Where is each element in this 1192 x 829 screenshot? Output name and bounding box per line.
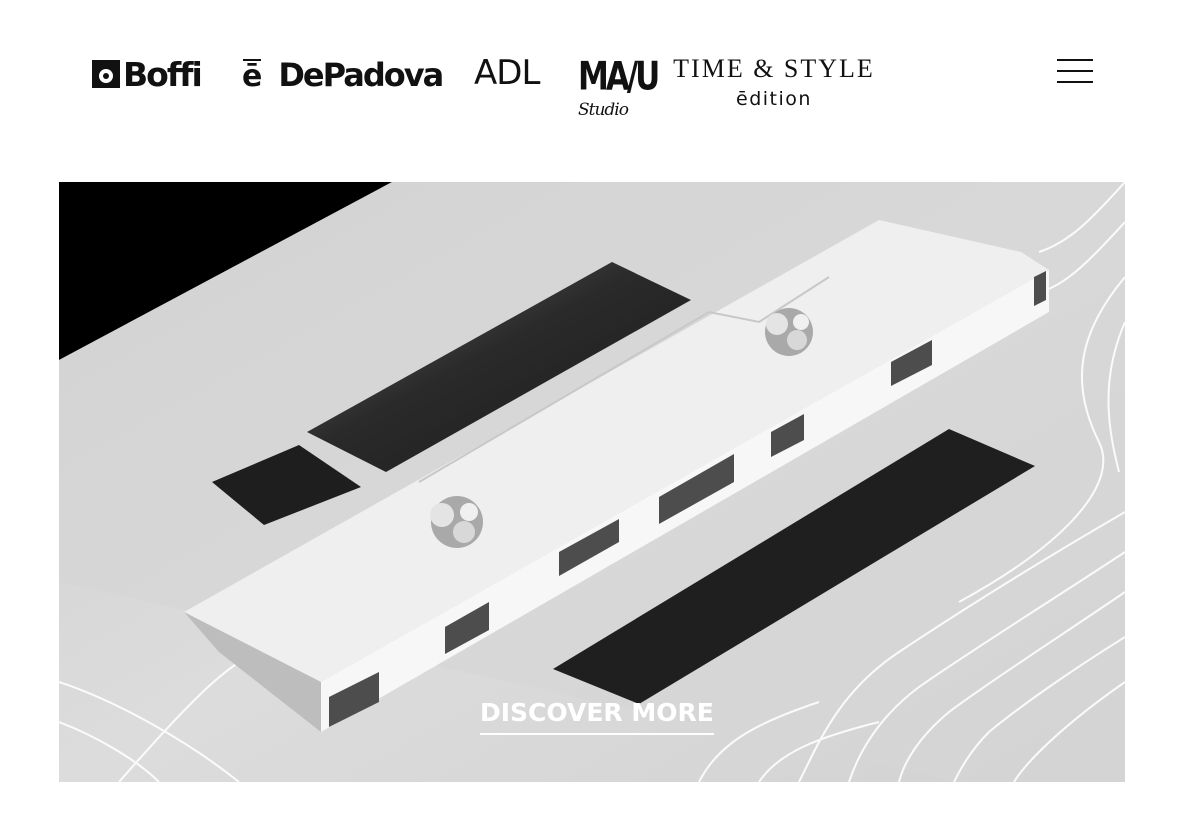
discover-more-link[interactable]: DISCOVER MORE <box>480 698 714 735</box>
hero-image[interactable] <box>59 182 1125 782</box>
brand-label: MA/U <box>578 54 660 100</box>
depadova-mark: ē <box>242 59 263 94</box>
site-header: Boffi ē DePadova ADL MA/U Studio TIME & … <box>0 0 1192 140</box>
brand-logo-adl[interactable]: ADL <box>474 56 540 90</box>
brand-label: DePadova <box>278 56 444 94</box>
menu-line <box>1057 70 1093 72</box>
menu-line <box>1057 81 1093 83</box>
brand-label: TIME & STYLE <box>673 54 875 83</box>
hamburger-menu-icon[interactable] <box>1057 59 1093 83</box>
brand-sublabel: Studio <box>578 100 629 120</box>
brand-logo-boffi[interactable]: Boffi <box>92 54 203 94</box>
brand-label: Boffi <box>123 54 203 94</box>
brand-sublabel: ēdition <box>736 88 812 110</box>
architectural-model-illustration <box>59 182 1125 782</box>
boffi-mark-icon <box>92 60 120 88</box>
brand-logo-mau-studio[interactable]: MA/U Studio <box>578 57 660 130</box>
brand-logo-time-and-style[interactable]: TIME & STYLE ēdition <box>672 54 876 111</box>
brand-logo-depadova[interactable]: ē DePadova <box>242 55 444 95</box>
menu-line <box>1057 59 1093 61</box>
